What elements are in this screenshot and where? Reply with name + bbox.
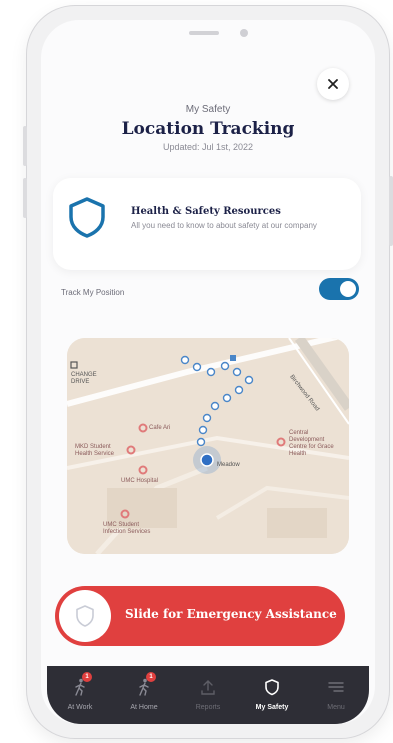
tab-at-work[interactable]: 1 At Work [48, 666, 112, 724]
app-screen: My Safety Location Tracking Updated: Jul… [41, 20, 375, 724]
front-camera [240, 29, 248, 37]
map-block [267, 508, 327, 538]
trail-point [244, 375, 254, 385]
trail-point [206, 367, 216, 377]
power-button [389, 176, 393, 246]
tab-label: Reports [195, 704, 221, 711]
card-title: Health & Safety Resources [131, 206, 281, 217]
emergency-slider-label: Slide for Emergency Assistance [125, 607, 337, 621]
page-eyebrow: My Safety [185, 104, 231, 115]
trail-point [222, 393, 232, 403]
notification-badge: 1 [82, 672, 92, 682]
menu-icon [328, 682, 344, 692]
trail-end-marker [230, 355, 236, 361]
tab-label: At Work [67, 704, 93, 711]
trail-point [210, 401, 220, 411]
trail-point [232, 367, 242, 377]
trail-point [180, 355, 190, 365]
track-position-toggle[interactable] [319, 278, 359, 300]
close-button[interactable] [317, 68, 349, 100]
tab-at-home[interactable]: 1 At Home [112, 666, 176, 724]
tab-label: My Safety [255, 704, 289, 711]
map-label-current: Meadow [217, 462, 240, 468]
card-description: All you need to know to about safety at … [131, 221, 317, 230]
speaker-grille [189, 31, 219, 35]
close-icon [328, 79, 338, 89]
map-label-umc-hospital: UMC Hospital [121, 478, 159, 484]
trail-point [198, 425, 208, 435]
upload-icon [201, 680, 215, 695]
notification-badge: 1 [146, 672, 156, 682]
track-position-label: Track My Position [61, 288, 125, 297]
updated-date: Updated: Jul 1st, 2022 [162, 142, 254, 152]
current-location-dot [200, 453, 214, 467]
map-label-right-center: Central Development Centre for Grace Hea… [289, 430, 334, 457]
tab-label: At Home [130, 704, 158, 711]
map-label-umc-student: UMC Student Infection Services [103, 522, 151, 535]
toggle-knob [340, 281, 356, 297]
health-safety-resources-card[interactable]: Health & Safety Resources All you need t… [53, 178, 361, 270]
trail-point [192, 362, 202, 372]
trail-point [220, 361, 230, 371]
tab-reports[interactable]: Reports [176, 666, 240, 724]
tab-my-safety[interactable]: My Safety [240, 666, 304, 724]
tab-label: Menu [327, 704, 345, 711]
map-label-top-left: CHANGE DRIVE [71, 372, 97, 385]
trail-point [202, 413, 212, 423]
map-label-student-health: MKD Student Health Service [75, 444, 115, 457]
trail-point [196, 437, 206, 447]
volume-up-button [23, 126, 27, 166]
phone-frame: My Safety Location Tracking Updated: Jul… [23, 6, 393, 738]
trail-point [234, 385, 244, 395]
shield-icon [265, 679, 279, 696]
emergency-slider-handle[interactable] [59, 590, 111, 642]
shield-icon [76, 605, 94, 627]
location-map[interactable]: CHANGE DRIVE Cafe Ari MKD Student Health… [67, 338, 349, 554]
bottom-tab-bar: 1 At Work 1 At Home Reports My Safety Me… [47, 666, 369, 724]
tab-menu[interactable]: Menu [304, 666, 368, 724]
emergency-slider[interactable]: Slide for Emergency Assistance [55, 586, 345, 646]
page-title: Location Tracking [121, 119, 295, 139]
shield-icon [69, 197, 105, 238]
volume-down-button [23, 178, 27, 218]
map-label-cafe: Cafe Ari [149, 425, 171, 431]
